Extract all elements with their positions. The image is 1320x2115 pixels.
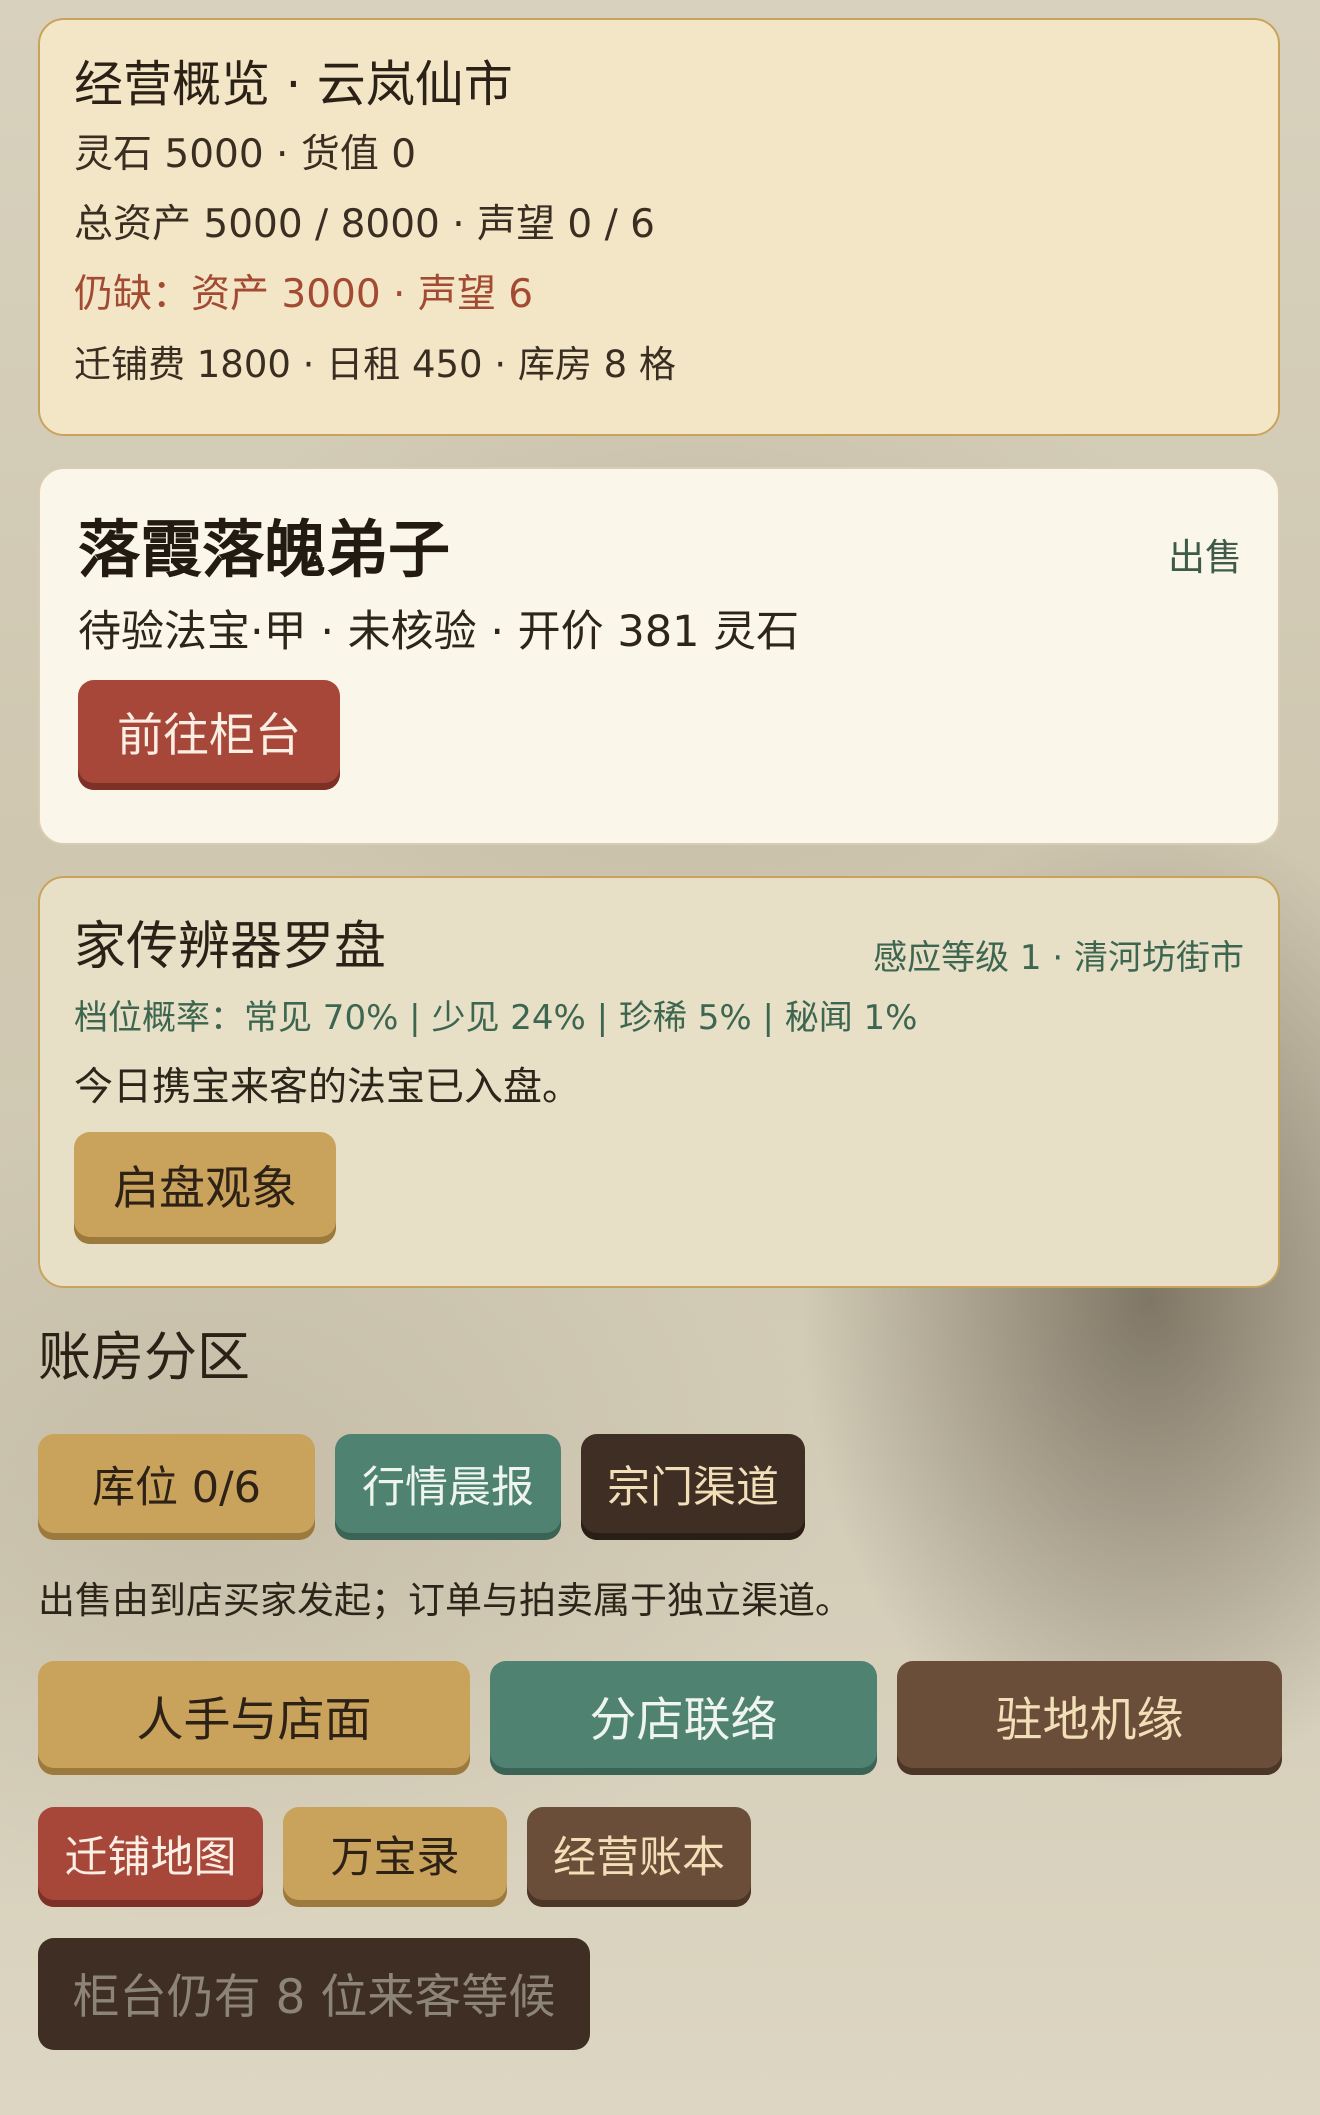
tab-market-report[interactable]: 行情晨报 xyxy=(335,1434,561,1540)
tab-sect-channel[interactable]: 宗门渠道 xyxy=(581,1434,805,1540)
compass-meta: 感应等级 1 · 清河坊街市 xyxy=(873,938,1244,978)
business-ledger-button[interactable]: 经营账本 xyxy=(527,1807,751,1907)
relocation-map-button[interactable]: 迁铺地图 xyxy=(38,1807,263,1907)
overview-card: 经营概览 · 云岚仙市 灵石 5000 · 货值 0 总资产 5000 / 80… xyxy=(38,18,1280,436)
tab-storage[interactable]: 库位 0/6 xyxy=(38,1434,315,1540)
open-compass-button[interactable]: 启盘观象 xyxy=(74,1132,336,1244)
go-to-counter-button[interactable]: 前往柜台 xyxy=(78,680,340,790)
section-title: 账房分区 xyxy=(38,1327,250,1388)
waiting-customers-button[interactable]: 柜台仍有 8 位来客等候 xyxy=(38,1938,590,2050)
compass-note: 今日携宝来客的法宝已入盘。 xyxy=(74,1065,582,1110)
station-opportunity-button[interactable]: 驻地机缘 xyxy=(897,1661,1282,1775)
tier-probabilities: 档位概率：常见 70% | 少见 24% | 珍稀 5% | 秘闻 1% xyxy=(74,998,918,1038)
ledger-tabs: 库位 0/6 行情晨报 宗门渠道 xyxy=(38,1434,825,1540)
management-buttons: 人手与店面 分店联络 驻地机缘 xyxy=(38,1661,1282,1775)
sales-hint: 出售由到店买家发起；订单与拍卖属于独立渠道。 xyxy=(38,1579,852,1622)
customer-detail: 待验法宝·甲 · 未核验 · 开价 381 灵石 xyxy=(78,607,800,657)
missing-line: 仍缺：资产 3000 · 声望 6 xyxy=(74,272,534,317)
secondary-buttons: 迁铺地图 万宝录 经营账本 xyxy=(38,1807,771,1907)
customer-name: 落霞落魄弟子 xyxy=(78,513,451,586)
costs-line: 迁铺费 1800 · 日租 450 · 库房 8 格 xyxy=(74,343,676,386)
compass-card: 家传辨器罗盘 感应等级 1 · 清河坊街市 档位概率：常见 70% | 少见 2… xyxy=(38,876,1280,1288)
treasure-catalog-button[interactable]: 万宝录 xyxy=(283,1807,507,1907)
funds-line: 灵石 5000 · 货值 0 xyxy=(74,132,417,177)
branch-contact-button[interactable]: 分店联络 xyxy=(490,1661,877,1775)
customer-intent-tag: 出售 xyxy=(1168,536,1242,579)
assets-line: 总资产 5000 / 8000 · 声望 0 / 6 xyxy=(74,202,655,247)
overview-title: 经营概览 · 云岚仙市 xyxy=(74,56,513,113)
customer-card: 落霞落魄弟子 出售 待验法宝·甲 · 未核验 · 开价 381 灵石 前往柜台 xyxy=(38,467,1280,845)
staff-and-shop-button[interactable]: 人手与店面 xyxy=(38,1661,470,1775)
